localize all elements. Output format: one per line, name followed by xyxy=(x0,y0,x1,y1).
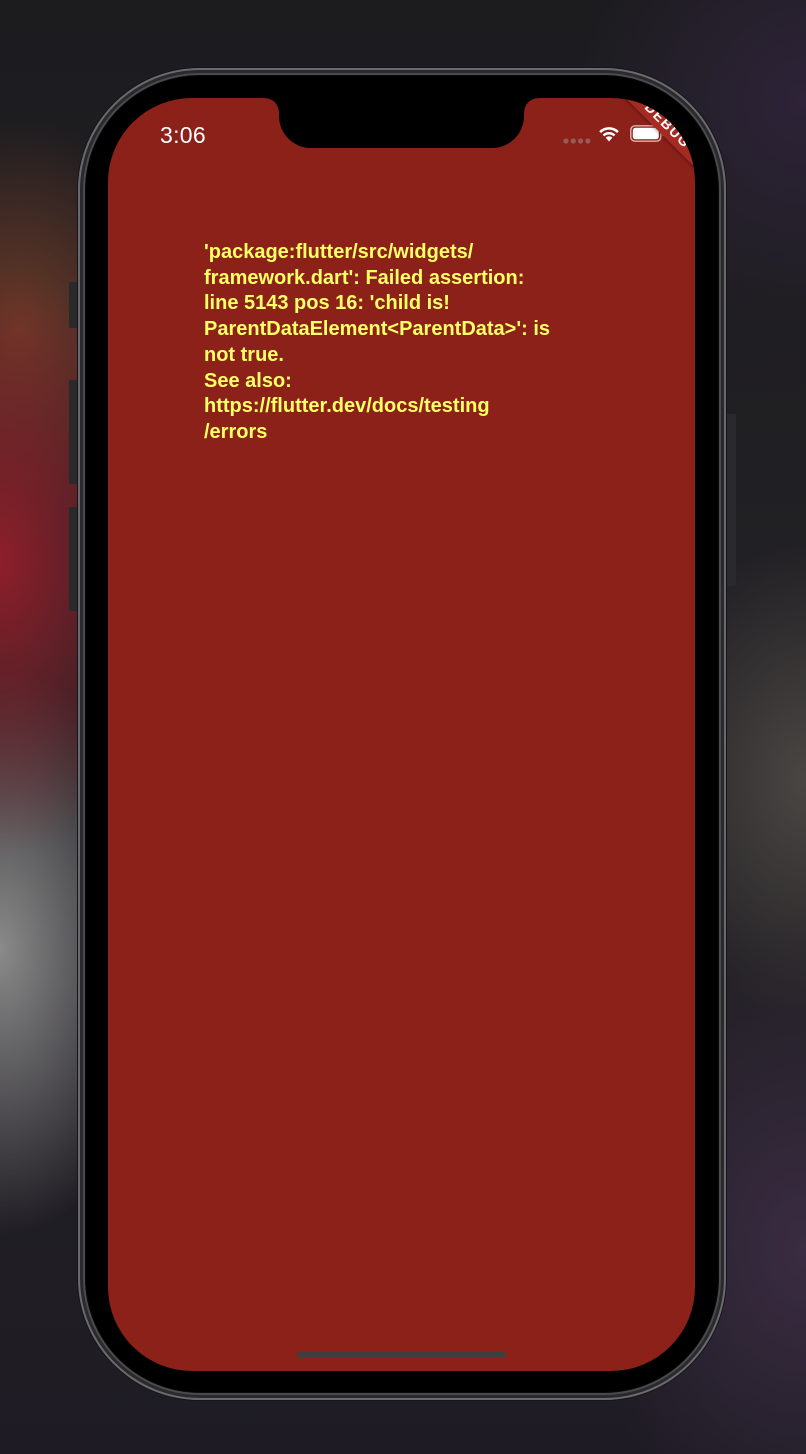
app-screen[interactable]: 3:06 DEBUG 'package:flutter/src/widgets/… xyxy=(108,98,695,1371)
wifi-icon xyxy=(599,127,619,142)
power-button[interactable] xyxy=(726,414,736,586)
home-indicator[interactable] xyxy=(297,1352,506,1358)
error-message: 'package:flutter/src/widgets/ framework.… xyxy=(204,241,551,443)
status-time: 3:06 xyxy=(160,122,206,148)
signal-icon xyxy=(563,138,591,144)
notch xyxy=(265,98,538,148)
